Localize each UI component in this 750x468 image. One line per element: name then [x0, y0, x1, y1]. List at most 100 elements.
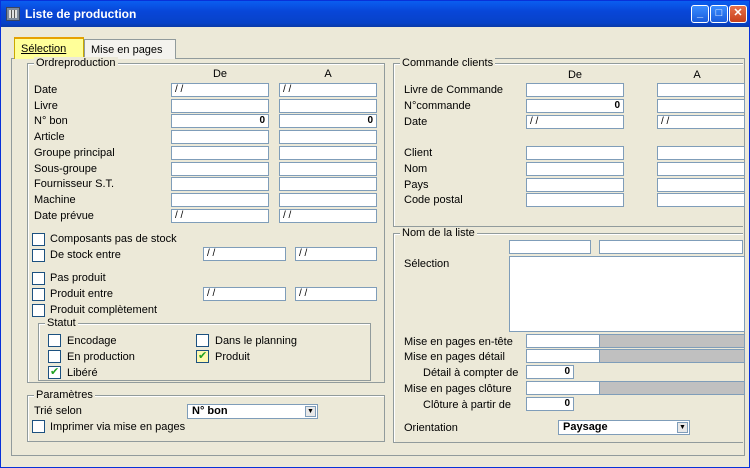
ordre-row-from-field[interactable] — [171, 177, 269, 191]
cloture-partir-label: Clôture à partir de — [423, 399, 512, 411]
commande-col-a: A — [693, 69, 701, 81]
cloture-field[interactable] — [526, 381, 600, 395]
orientation-select[interactable]: Paysage ▼ — [558, 420, 690, 435]
ordre-row-to-field[interactable]: / / — [279, 83, 377, 97]
entete-name-field — [599, 334, 745, 348]
ordre-row-from-field[interactable]: 0 — [171, 114, 269, 128]
window-title: Liste de production — [25, 7, 137, 21]
ordre-row-from-field[interactable] — [171, 162, 269, 176]
libere-label: Libéré — [67, 367, 98, 379]
ordreproduction-title: Ordreproduction — [34, 57, 118, 69]
commande-row-label: Pays — [404, 179, 429, 191]
complet-checkbox[interactable] — [32, 304, 45, 317]
destock-checkbox[interactable] — [32, 249, 45, 262]
selection-textarea[interactable] — [509, 256, 745, 332]
ordre-row-label: Livre — [34, 100, 58, 112]
selection-label: Sélection — [404, 258, 450, 270]
commande-row-label: Code postal — [404, 194, 463, 206]
ordre-row-label: Machine — [34, 194, 76, 206]
produitentre-checkbox[interactable] — [32, 288, 45, 301]
statut-title: Statut — [45, 317, 78, 329]
commande-row-label: Client — [404, 147, 433, 159]
close-button[interactable]: ✕ — [729, 5, 747, 23]
commande-title: Commande clients — [400, 57, 496, 69]
commande-row-to-field[interactable]: / / — [657, 115, 745, 129]
maximize-button[interactable]: □ — [710, 5, 728, 23]
ordre-row-from-field[interactable]: / / — [171, 83, 269, 97]
commande-row-to-field[interactable] — [657, 83, 745, 97]
produitentre-label: Produit entre — [50, 288, 113, 300]
ordre-row-to-field[interactable]: / / — [279, 209, 377, 223]
commande-row-label: Date — [404, 116, 428, 128]
commande-row-from-field[interactable] — [526, 83, 624, 97]
pasproduit-label: Pas produit — [50, 272, 106, 284]
composants-checkbox[interactable] — [32, 233, 45, 246]
main-window: Liste de production _ □ ✕ Sélection Mise… — [0, 0, 750, 468]
detail-name-field — [599, 349, 745, 363]
ordre-row-from-field[interactable] — [171, 99, 269, 113]
commande-row-label: Livre de Commande — [404, 84, 504, 96]
ordre-row-label: Fournisseur S.T. — [34, 178, 115, 190]
liste-code-field[interactable] — [509, 240, 591, 254]
produit-checkbox[interactable] — [196, 349, 209, 363]
commande-row-from-field[interactable] — [526, 162, 624, 176]
commande-row-from-field[interactable] — [526, 178, 624, 192]
commande-row-label: Nom — [404, 163, 428, 175]
cloture-partir-field[interactable]: 0 — [526, 397, 574, 411]
pasproduit-checkbox[interactable] — [32, 272, 45, 285]
commande-row-to-field[interactable] — [657, 146, 745, 160]
commande-row-to-field[interactable] — [657, 162, 745, 176]
commande-row-from-field[interactable]: / / — [526, 115, 624, 129]
detail-compter-field[interactable]: 0 — [526, 365, 574, 379]
commande-row-label: N°commande — [404, 100, 471, 112]
entete-field[interactable] — [526, 334, 600, 348]
ordre-row-from-field[interactable] — [171, 130, 269, 144]
produit-label: Produit — [215, 351, 250, 363]
detail-field[interactable] — [526, 349, 600, 363]
trie-label: Trié selon — [34, 405, 82, 417]
ordre-row-to-field[interactable]: 0 — [279, 114, 377, 128]
commande-row-to-field[interactable] — [657, 193, 745, 207]
title-bar[interactable]: Liste de production _ □ ✕ — [1, 1, 749, 27]
ordre-row-label: Date — [34, 84, 58, 96]
cloture-label: Mise en pages clôture — [404, 383, 512, 395]
commande-row-from-field[interactable]: 0 — [526, 99, 624, 113]
ordre-row-from-field[interactable] — [171, 193, 269, 207]
encodage-label: Encodage — [67, 335, 117, 347]
produitentre-to-field[interactable]: / / — [295, 287, 377, 301]
commande-row-from-field[interactable] — [526, 193, 624, 207]
ordre-row-to-field[interactable] — [279, 193, 377, 207]
liste-name-field[interactable] — [599, 240, 743, 254]
commande-row-to-field[interactable] — [657, 99, 745, 113]
ordre-row-label: Sous-groupe — [34, 163, 97, 175]
ordre-row-label: Article — [34, 131, 65, 143]
ordre-row-label: N° bon — [34, 115, 68, 127]
ordre-col-de: De — [212, 68, 228, 80]
planning-label: Dans le planning — [215, 335, 297, 347]
encodage-checkbox[interactable] — [48, 334, 61, 347]
produitentre-from-field[interactable]: / / — [203, 287, 286, 301]
chevron-down-icon: ▼ — [677, 422, 688, 433]
imprimer-checkbox[interactable] — [32, 420, 45, 433]
ordre-row-from-field[interactable] — [171, 146, 269, 160]
minimize-button[interactable]: _ — [691, 5, 709, 23]
enproduction-checkbox[interactable] — [48, 350, 61, 363]
commande-row-from-field[interactable] — [526, 146, 624, 160]
ordre-row-label: Date prévue — [34, 210, 94, 222]
destock-to-field[interactable]: / / — [295, 247, 377, 261]
libere-checkbox[interactable] — [48, 365, 61, 379]
destock-label: De stock entre — [50, 249, 121, 261]
commande-row-to-field[interactable] — [657, 178, 745, 192]
destock-from-field[interactable]: / / — [203, 247, 286, 261]
orientation-label: Orientation — [404, 422, 458, 434]
ordre-row-to-field[interactable] — [279, 99, 377, 113]
tab-selection[interactable]: Sélection — [14, 37, 84, 59]
ordre-row-to-field[interactable] — [279, 130, 377, 144]
ordre-row-to-field[interactable] — [279, 162, 377, 176]
tab-mise-en-pages[interactable]: Mise en pages — [84, 39, 176, 59]
trie-select[interactable]: N° bon ▼ — [187, 404, 318, 419]
ordre-row-to-field[interactable] — [279, 146, 377, 160]
planning-checkbox[interactable] — [196, 334, 209, 347]
ordre-row-to-field[interactable] — [279, 177, 377, 191]
ordre-row-from-field[interactable]: / / — [171, 209, 269, 223]
